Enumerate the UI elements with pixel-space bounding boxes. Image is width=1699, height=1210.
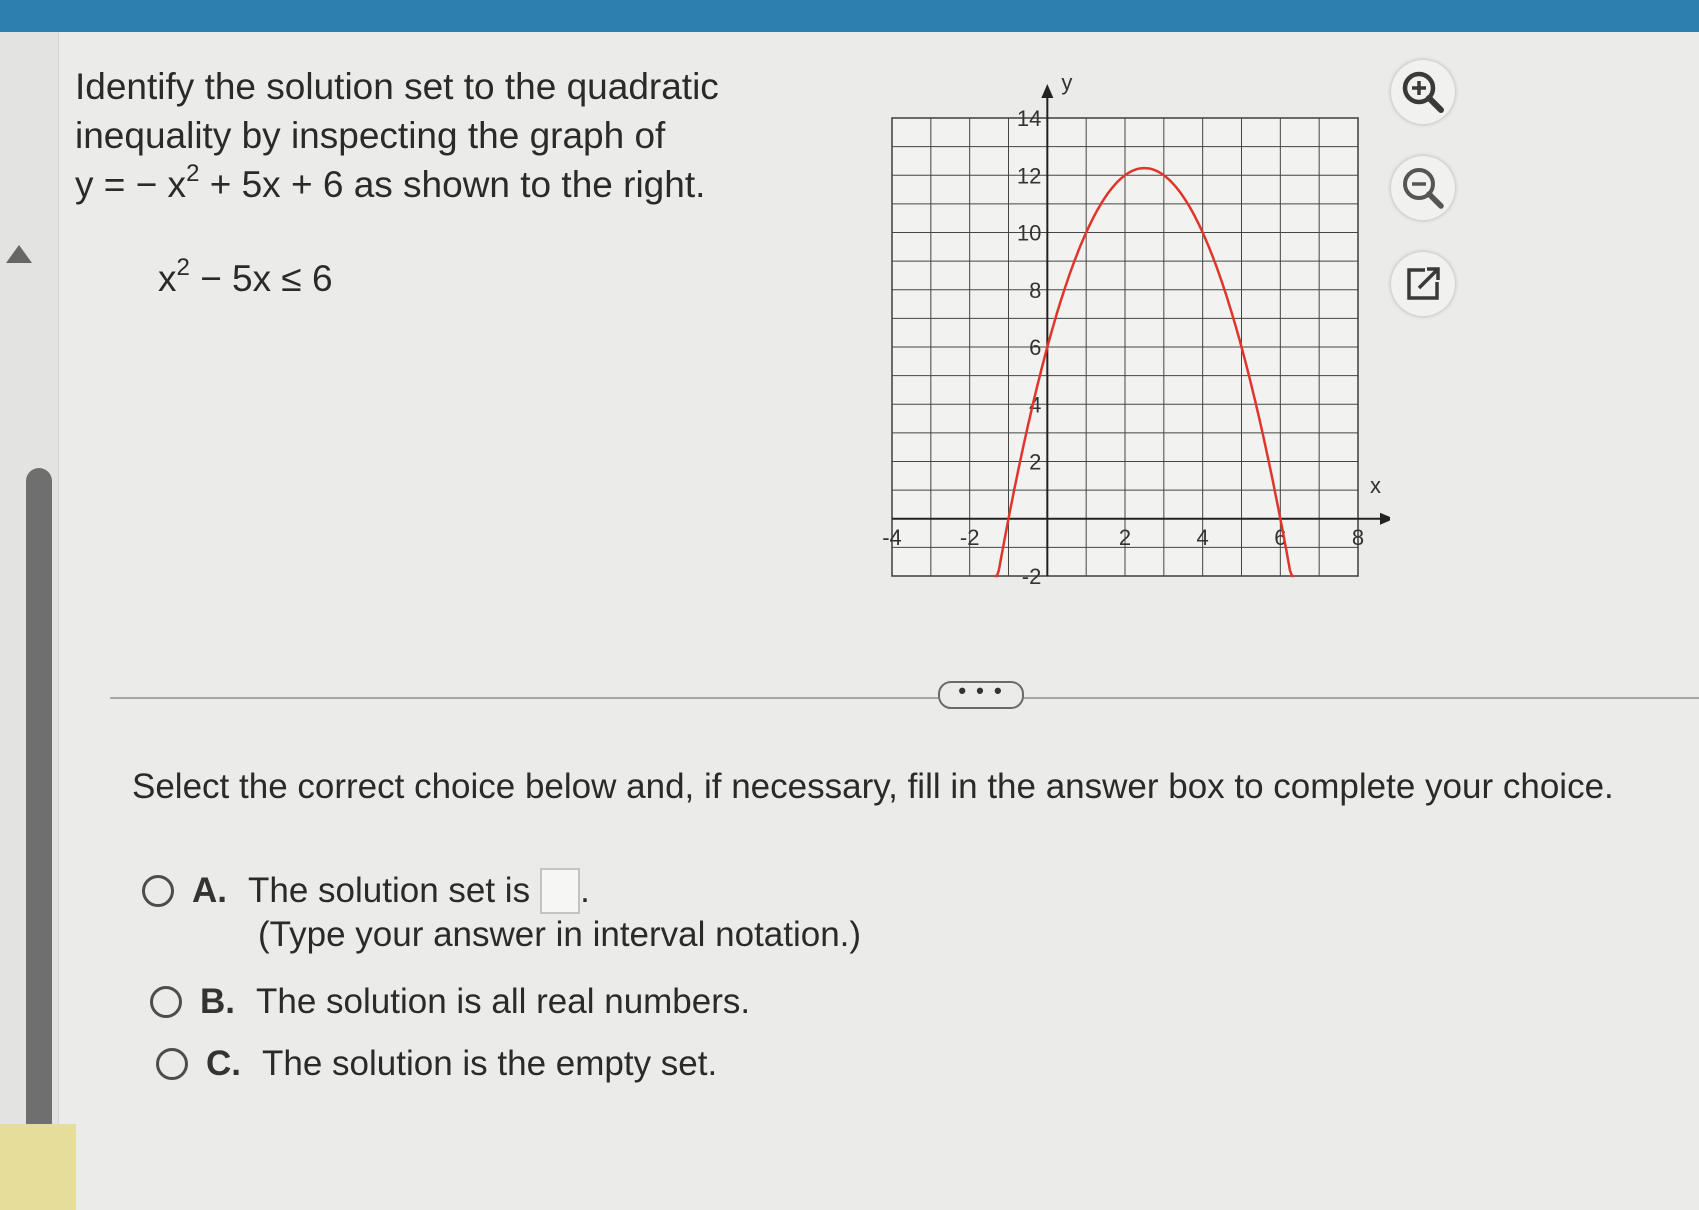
- x-axis-label: x: [1370, 473, 1381, 498]
- y-tick-label: 6: [1029, 335, 1041, 360]
- instruction-text: Select the correct choice below and, if …: [132, 767, 1614, 806]
- yellow-panel-corner: [0, 1124, 76, 1210]
- zoom-out-icon: [1403, 168, 1444, 209]
- zoom-in-button[interactable]: [1391, 60, 1455, 124]
- y-tick-label: 12: [1017, 163, 1041, 188]
- choice-b-text: The solution is all real numbers.: [256, 981, 751, 1021]
- question-line-1: Identify the solution set to the quadrat…: [75, 66, 719, 107]
- equation-exponent: 2: [186, 160, 200, 187]
- y-axis-arrow-icon: [1041, 84, 1054, 98]
- y-tick-label: 10: [1017, 221, 1041, 246]
- zoom-in-icon: [1402, 71, 1444, 113]
- y-tick-label: 14: [1017, 106, 1041, 131]
- choice-c[interactable]: C. The solution is the empty set.: [156, 1042, 717, 1084]
- choice-b-letter: B.: [200, 981, 235, 1021]
- graph-grid: [891, 117, 1359, 577]
- choice-b-radio[interactable]: [150, 985, 182, 1018]
- question-text: Identify the solution set to the quadrat…: [75, 62, 755, 214]
- choice-b[interactable]: B. The solution is all real numbers.: [150, 980, 750, 1022]
- question-equation: y = − x2 + 5x + 6 as shown to the right.: [75, 160, 755, 214]
- top-bar: [0, 0, 1699, 32]
- choice-a-letter: A.: [192, 871, 227, 910]
- x-tick-label: -2: [960, 525, 980, 550]
- y-axis-label: y: [1061, 70, 1072, 95]
- inequality-rest: − 5x ≤ 6: [189, 258, 333, 299]
- choice-a-radio[interactable]: [142, 875, 174, 907]
- choice-a[interactable]: A. The solution set is.: [142, 868, 590, 914]
- parabola-graph: xy -4 -2 2 4 6 81412108642-2: [882, 70, 1390, 588]
- y-tick-label: 8: [1029, 278, 1041, 303]
- scroll-up-arrow-icon[interactable]: [6, 245, 32, 263]
- choice-c-text: The solution is the empty set.: [262, 1043, 718, 1083]
- scrollbar-thumb[interactable]: [26, 468, 52, 1210]
- choice-a-text: The solution set is: [248, 871, 531, 910]
- inequality: x2 − 5x ≤ 6: [158, 254, 333, 300]
- popout-icon: [1407, 267, 1440, 300]
- answer-input-box[interactable]: [540, 868, 581, 914]
- section-divider: [110, 697, 1699, 699]
- equation-prefix: y = − x: [75, 164, 187, 205]
- y-tick-label: 2: [1029, 450, 1041, 475]
- choice-a-hint: (Type your answer in interval notation.): [258, 915, 862, 954]
- x-tick-label: 2: [1119, 525, 1131, 550]
- equation-suffix: + 5x + 6 as shown to the right.: [199, 164, 706, 205]
- choice-c-letter: C.: [206, 1043, 241, 1083]
- x-tick-label: -4: [882, 525, 902, 550]
- choice-a-period: .: [580, 871, 590, 910]
- choice-c-radio[interactable]: [156, 1047, 188, 1080]
- inequality-base: x: [158, 258, 177, 299]
- inequality-exponent: 2: [176, 254, 190, 281]
- zoom-out-button[interactable]: [1391, 156, 1455, 220]
- x-tick-label: 4: [1197, 525, 1209, 550]
- popout-button[interactable]: [1391, 252, 1455, 316]
- question-line-2: inequality by inspecting the graph of: [75, 115, 666, 156]
- x-tick-label: 8: [1352, 525, 1364, 550]
- more-options-button[interactable]: • • •: [938, 680, 1024, 709]
- y-tick-label: -2: [1022, 564, 1042, 588]
- x-axis-arrow-icon: [1380, 512, 1390, 525]
